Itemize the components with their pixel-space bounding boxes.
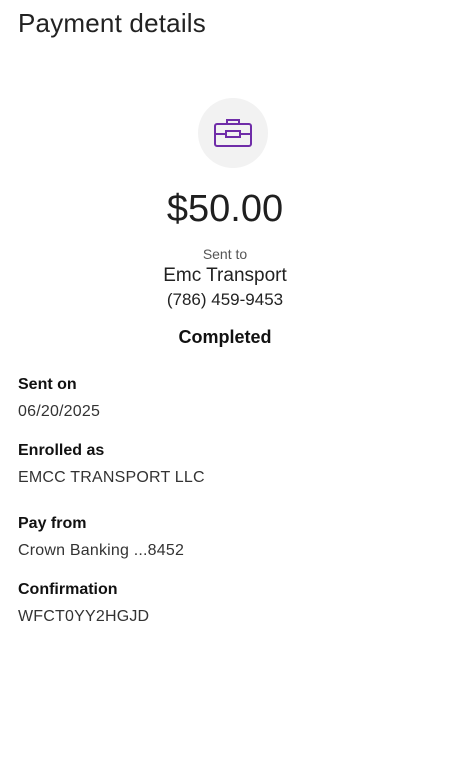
detail-label: Pay from [18, 515, 87, 532]
briefcase-icon [214, 119, 252, 147]
recipient-name: Emc Transport [163, 265, 287, 286]
detail-enrolled-as: Enrolled as EMCC TRANSPORT LLC [18, 441, 205, 488]
payment-status: Completed [178, 327, 272, 347]
detail-value: 06/20/2025 [18, 403, 101, 420]
recipient-avatar [198, 98, 268, 168]
detail-value: EMCC TRANSPORT LLC [18, 469, 205, 486]
detail-label: Sent on [18, 376, 77, 393]
detail-sent-on: Sent on 06/20/2025 [18, 375, 100, 422]
detail-value: WFCT0YY2HGJD [18, 608, 150, 625]
detail-pay-from: Pay from Crown Banking ...8452 [18, 514, 184, 561]
detail-label: Confirmation [18, 581, 118, 598]
page-title: Payment details [18, 8, 206, 38]
detail-confirmation: Confirmation WFCT0YY2HGJD [18, 580, 149, 627]
payment-amount: $50.00 [166, 188, 284, 230]
sent-to-label: Sent to [202, 246, 248, 262]
recipient-phone: (786) 459-9453 [166, 290, 284, 309]
detail-label: Enrolled as [18, 442, 105, 459]
detail-value: Crown Banking ...8452 [18, 542, 185, 559]
